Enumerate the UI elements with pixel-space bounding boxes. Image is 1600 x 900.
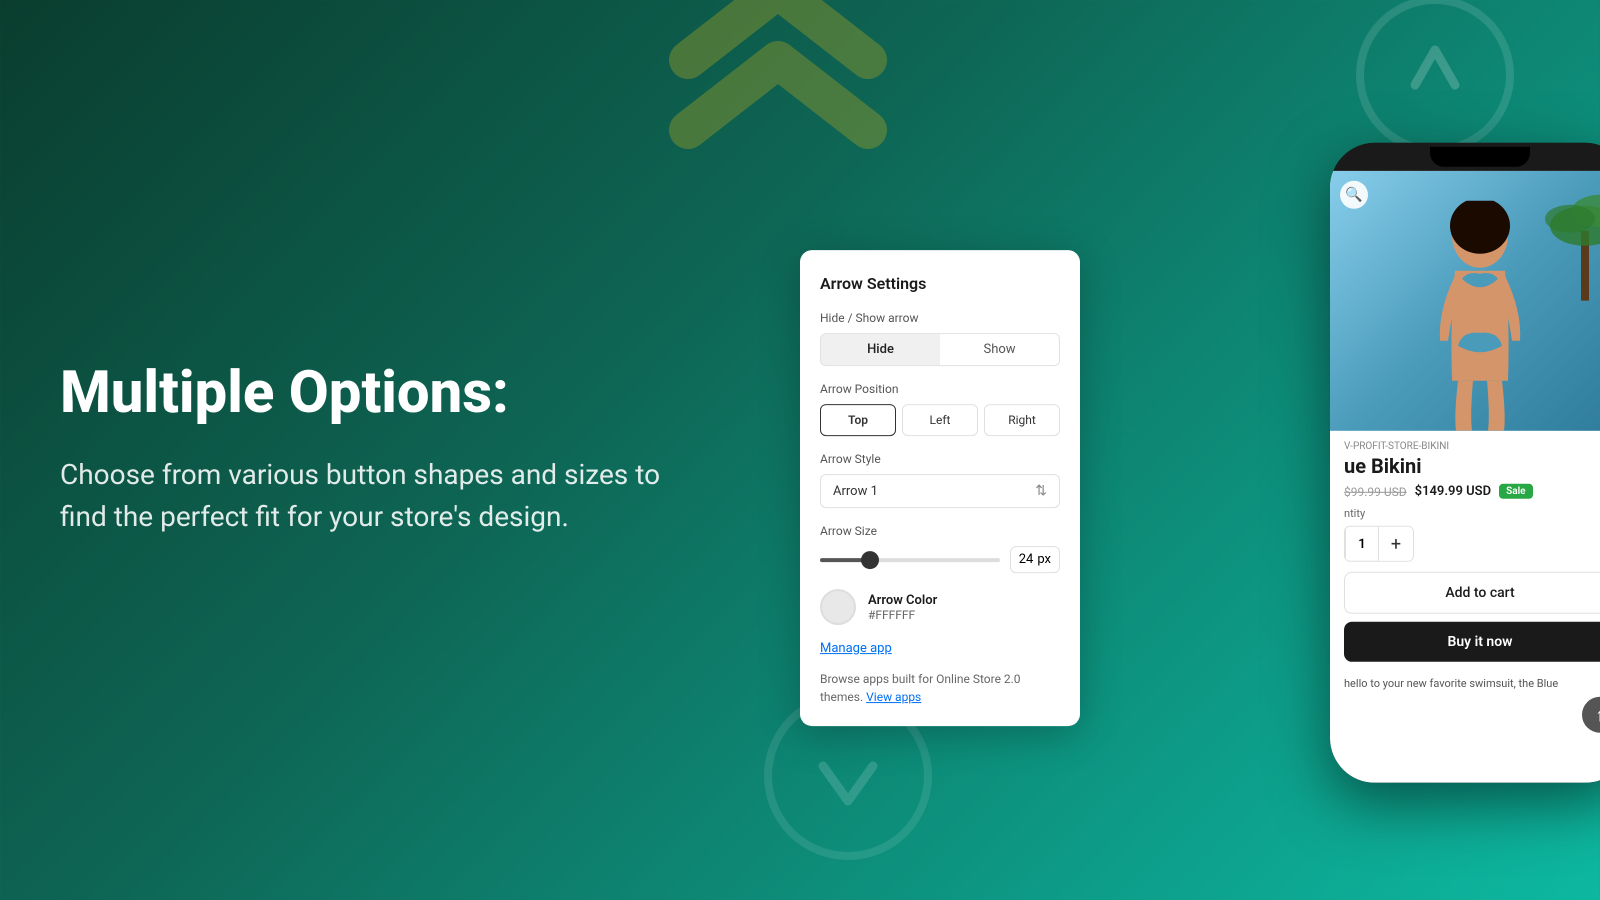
position-top-button[interactable]: Top [820,404,896,436]
quantity-row: 1 + [1344,526,1414,562]
hide-show-toggle[interactable]: Hide Show [820,333,1060,366]
right-section: Arrow Settings Hide / Show arrow Hide Sh… [750,0,1600,900]
magnify-icon[interactable]: 🔍 [1340,181,1368,209]
position-left-button[interactable]: Left [902,404,978,436]
style-label: Arrow Style [820,452,1060,466]
price-current: $149.99 USD [1415,484,1491,499]
size-value-box: 24 px [1010,546,1060,573]
style-section: Arrow Style Arrow 1 ⇅ [820,452,1060,508]
size-section: Arrow Size 24 px [820,524,1060,573]
phone-notch [1430,147,1530,167]
dropdown-arrow-icon: ⇅ [1035,483,1047,499]
size-unit: px [1037,552,1051,567]
palm-trees [1545,171,1600,301]
hide-show-section: Hide / Show arrow Hide Show [820,311,1060,366]
quantity-value: 1 [1345,527,1379,561]
color-hex: #FFFFFF [868,608,937,622]
page-description: Choose from various button shapes and si… [60,454,680,538]
arrow-settings-panel: Arrow Settings Hide / Show arrow Hide Sh… [800,250,1080,726]
size-row: 24 px [820,546,1060,573]
show-button[interactable]: Show [940,334,1059,365]
quantity-label: ntity [1344,507,1600,520]
add-to-cart-button[interactable]: Add to cart [1344,572,1600,614]
position-right-button[interactable]: Right [984,404,1060,436]
slider-thumb[interactable] [861,551,879,569]
manage-app-link[interactable]: Manage app [820,641,1060,656]
model-figure [1410,201,1550,431]
hide-button[interactable]: Hide [821,334,940,365]
phone-mockup: 🔍 [1330,143,1600,783]
price-row: $99.99 USD $149.99 USD Sale [1344,484,1600,499]
view-apps-link[interactable]: View apps [866,690,921,704]
page-title: Multiple Options: [60,362,680,426]
product-image-area: 🔍 [1330,171,1600,431]
color-info: Arrow Color #FFFFFF [868,593,937,622]
arrow-style-dropdown[interactable]: Arrow 1 ⇅ [820,474,1060,508]
size-value: 24 [1019,552,1034,567]
quantity-increase-button[interactable]: + [1379,527,1413,561]
product-name: ue Bikini [1344,454,1600,478]
color-label: Arrow Color [868,593,937,608]
buy-now-button[interactable]: Buy it now [1344,622,1600,662]
color-section: Arrow Color #FFFFFF [820,589,1060,625]
product-description: hello to your new favorite swimsuit, the… [1330,670,1600,697]
price-original: $99.99 USD [1344,484,1407,498]
left-section: Multiple Options: Choose from various bu… [60,362,680,538]
color-swatch[interactable] [820,589,856,625]
size-label: Arrow Size [820,524,1060,538]
size-slider[interactable] [820,558,1000,562]
phone-notch-bar [1330,143,1600,171]
product-store: V-PROFIT-STORE-BIKINI [1344,441,1600,452]
position-label: Arrow Position [820,382,1060,396]
position-section: Arrow Position Top Left Right [820,382,1060,436]
browse-text: Browse apps built for Online Store 2.0 t… [820,670,1060,706]
product-info: V-PROFIT-STORE-BIKINI ue Bikini $99.99 U… [1330,431,1600,670]
sale-badge: Sale [1499,484,1532,499]
hide-show-label: Hide / Show arrow [820,311,1060,325]
phone-screen: 🔍 [1330,171,1600,783]
settings-panel-title: Arrow Settings [820,274,1060,293]
arrow-style-value: Arrow 1 [833,484,878,499]
position-group: Top Left Right [820,404,1060,436]
scroll-to-top-button[interactable]: ↑ [1582,697,1600,733]
